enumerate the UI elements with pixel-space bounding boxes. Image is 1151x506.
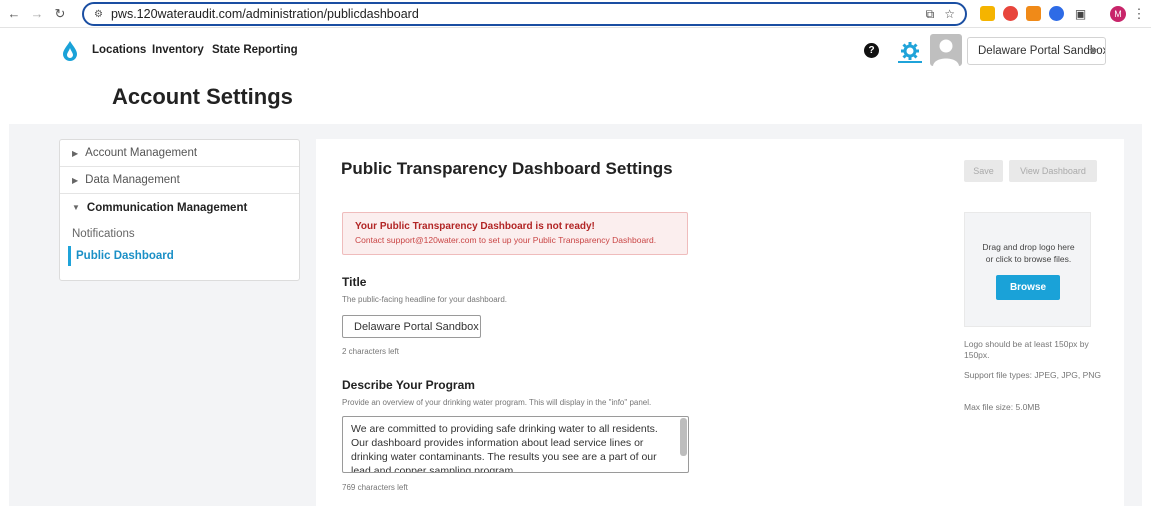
extension-icon[interactable] bbox=[1026, 6, 1041, 21]
reload-icon[interactable]: ↻ bbox=[51, 5, 69, 23]
nav-locations[interactable]: Locations bbox=[92, 44, 146, 56]
profile-avatar[interactable]: M bbox=[1110, 6, 1126, 22]
extensions-puzzle-icon[interactable]: ▣ bbox=[1073, 6, 1088, 21]
not-ready-alert: Your Public Transparency Dashboard is no… bbox=[342, 212, 688, 255]
description-field-label: Describe Your Program bbox=[342, 378, 475, 392]
help-icon[interactable]: ? bbox=[864, 43, 879, 58]
bookmark-star-icon[interactable]: ☆ bbox=[944, 7, 955, 22]
dropzone-line-1: Drag and drop logo here bbox=[982, 242, 1075, 252]
description-text: We are committed to providing safe drink… bbox=[351, 423, 658, 473]
install-icon[interactable]: ⧉ bbox=[926, 7, 935, 22]
sidebar-group-account-management[interactable]: ▶ Account Management bbox=[60, 140, 299, 167]
logo-size-note: Logo should be at least 150px by 150px. bbox=[964, 339, 1089, 360]
alert-body: Contact support@120water.com to set up y… bbox=[355, 235, 657, 245]
description-character-counter: 769 characters left bbox=[342, 483, 408, 492]
sidebar-group-communication-management[interactable]: ▼ Communication Management bbox=[60, 194, 299, 221]
sidebar-group-label: Communication Management bbox=[86, 201, 248, 214]
alert-title: Your Public Transparency Dashboard is no… bbox=[355, 221, 595, 232]
settings-panel: Public Transparency Dashboard Settings S… bbox=[316, 139, 1124, 506]
logo-max-size-note: Max file size: 5.0MB bbox=[964, 402, 1041, 412]
dropzone-line-2: or click to browse files. bbox=[985, 254, 1072, 264]
caret-right-icon: ▶ bbox=[72, 175, 79, 185]
sidebar-group-label: Account Management bbox=[85, 147, 198, 159]
page-title: Account Settings bbox=[112, 84, 293, 109]
url-text: pws.120wateraudit.com/administration/pub… bbox=[110, 7, 419, 21]
settings-sidebar: ▶ Account Management ▶ Data Management ▼… bbox=[59, 139, 300, 281]
browser-toolbar: ← → ↻ ⚙ pws.120wateraudit.com/administra… bbox=[0, 0, 1151, 28]
extension-icon[interactable] bbox=[1003, 6, 1018, 21]
title-field-label: Title bbox=[342, 275, 367, 289]
nav-state-reporting[interactable]: State Reporting bbox=[212, 44, 298, 56]
title-character-counter: 2 characters left bbox=[342, 347, 399, 356]
description-field-help: Provide an overview of your drinking wat… bbox=[342, 398, 652, 407]
user-silhouette-icon bbox=[933, 39, 959, 66]
logo-dropzone[interactable]: Drag and drop logo here or click to brow… bbox=[964, 212, 1091, 327]
dropzone-text: Drag and drop logo here or click to brow… bbox=[965, 241, 1092, 265]
selected-indicator bbox=[68, 246, 71, 266]
forward-icon[interactable]: → bbox=[28, 5, 46, 23]
caret-down-icon: ▼ bbox=[72, 203, 80, 212]
portal-select-value: Delaware Portal Sandbox bbox=[978, 45, 1106, 57]
sidebar-item-notifications[interactable]: Notifications bbox=[72, 228, 135, 240]
app-header: Locations Inventory State Reporting ? De… bbox=[0, 28, 1151, 74]
browser-menu-icon[interactable]: ⋮ bbox=[1130, 5, 1148, 23]
sidebar-item-public-dashboard[interactable]: Public Dashboard bbox=[76, 250, 174, 262]
sidebar-group-data-management[interactable]: ▶ Data Management bbox=[60, 167, 299, 194]
logo-types-note: Support file types: JPEG, JPG, PNG bbox=[964, 370, 1101, 380]
water-drop-logo-icon[interactable] bbox=[62, 40, 78, 62]
save-button[interactable]: Save bbox=[964, 160, 1003, 182]
sidebar-group-label: Data Management bbox=[85, 174, 180, 186]
caret-right-icon: ▶ bbox=[72, 148, 79, 158]
panel-title: Public Transparency Dashboard Settings bbox=[341, 159, 673, 178]
site-info-icon[interactable]: ⚙ bbox=[94, 9, 103, 20]
title-input[interactable]: Delaware Portal Sandbox bbox=[342, 315, 481, 338]
browse-button[interactable]: Browse bbox=[996, 275, 1060, 300]
title-field-help: The public-facing headline for your dash… bbox=[342, 295, 507, 304]
nav-inventory[interactable]: Inventory bbox=[152, 44, 204, 56]
view-dashboard-button[interactable]: View Dashboard bbox=[1009, 160, 1097, 182]
description-textarea[interactable]: We are committed to providing safe drink… bbox=[342, 416, 689, 473]
extension-icon[interactable] bbox=[1049, 6, 1064, 21]
address-bar[interactable]: ⚙ pws.120wateraudit.com/administration/p… bbox=[82, 2, 967, 26]
extension-icon[interactable] bbox=[980, 6, 995, 21]
back-icon[interactable]: ← bbox=[5, 5, 23, 23]
chevron-down-icon bbox=[1089, 49, 1097, 53]
user-avatar[interactable] bbox=[930, 34, 962, 66]
active-tab-indicator bbox=[898, 61, 922, 63]
textarea-scrollbar[interactable] bbox=[680, 418, 687, 456]
portal-select[interactable]: Delaware Portal Sandbox bbox=[967, 37, 1106, 65]
